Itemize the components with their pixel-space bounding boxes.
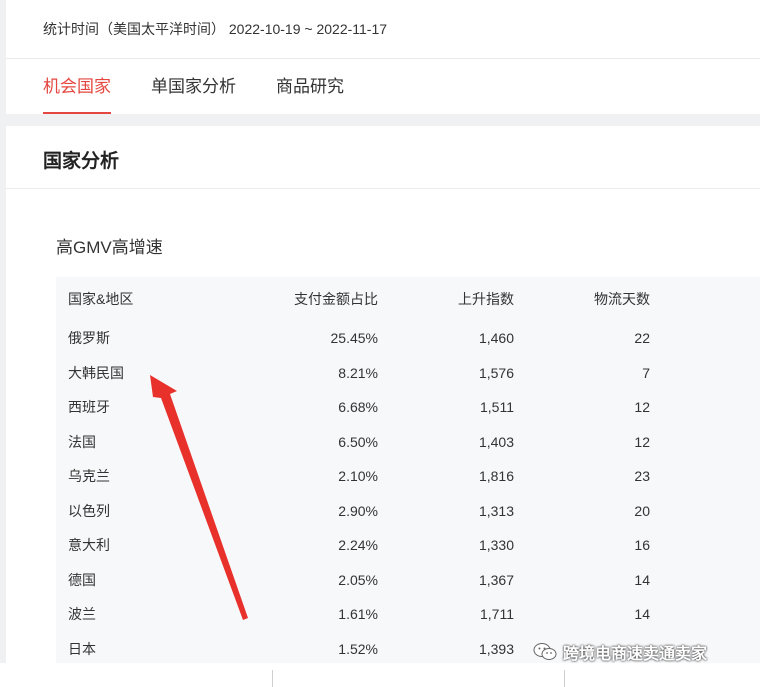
col-header-rise-index[interactable]: 上升指数 <box>378 277 514 321</box>
table-row: 以色列 2.90% 1,313 20 <box>56 494 650 529</box>
cell-payment-share: 2.90% <box>338 502 378 519</box>
divider <box>272 670 273 687</box>
cell-rise-index: 1,711 <box>480 606 514 623</box>
table-header-row: 国家&地区 支付金额占比 上升指数 物流天数 <box>56 277 650 321</box>
tab-single-country-analysis[interactable]: 单国家分析 <box>151 59 236 114</box>
cell-country: 以色列 <box>68 502 110 519</box>
cell-country: 法国 <box>68 433 96 450</box>
cell-country: 波兰 <box>68 606 96 623</box>
top-panel: 统计时间（美国太平洋时间） 2022-10-19 ~ 2022-11-17 机会… <box>6 0 760 114</box>
country-table: 国家&地区 支付金额占比 上升指数 物流天数 俄罗斯 25.45% 1,460 22 大… <box>56 277 760 663</box>
tab-bar: 机会国家 单国家分析 商品研究 <box>43 59 384 114</box>
cell-country: 日本 <box>68 640 96 657</box>
cell-payment-share: 6.68% <box>338 399 378 416</box>
watermark-text: 跨境电商速卖通卖家 <box>563 646 708 663</box>
stat-time-range: 统计时间（美国太平洋时间） 2022-10-19 ~ 2022-11-17 <box>43 21 388 37</box>
cell-logistics-days: 7 <box>642 364 650 381</box>
cell-payment-share: 2.24% <box>338 537 378 554</box>
divider <box>564 670 565 687</box>
table-row: 大韩民国 8.21% 1,576 7 <box>56 356 650 391</box>
table-row: 乌克兰 2.10% 1,816 23 <box>56 459 650 494</box>
table-title: 高GMV高增速 <box>56 238 163 257</box>
cell-payment-share: 2.05% <box>338 571 378 588</box>
cell-payment-share: 1.61% <box>338 606 378 623</box>
section-title: 国家分析 <box>43 151 120 172</box>
col-header-country: 国家&地区 <box>68 291 134 307</box>
cell-rise-index: 1,313 <box>478 502 514 519</box>
cell-rise-index: 1,816 <box>478 468 514 485</box>
cell-rise-index: 1,460 <box>478 330 514 347</box>
cell-country: 德国 <box>68 571 96 588</box>
cell-logistics-days: 22 <box>634 330 650 347</box>
wechat-icon <box>533 643 557 660</box>
cell-country: 大韩民国 <box>68 364 124 381</box>
cell-payment-share: 8.21% <box>338 364 378 381</box>
table-row: 法国 6.50% 1,403 12 <box>56 425 650 460</box>
cell-payment-share: 1.52% <box>338 640 378 657</box>
col-header-logistics-days[interactable]: 物流天数 <box>514 277 650 321</box>
tab-opportunity-countries[interactable]: 机会国家 <box>43 59 111 114</box>
cell-rise-index: 1,330 <box>478 537 514 554</box>
cell-country: 乌克兰 <box>68 468 110 485</box>
cell-payment-share: 2.10% <box>338 468 378 485</box>
bottom-panel <box>0 663 760 687</box>
cell-country: 意大利 <box>68 537 110 554</box>
cell-logistics-days: 12 <box>634 399 650 416</box>
cell-logistics-days: 20 <box>634 502 650 519</box>
cell-logistics-days: 14 <box>634 606 650 623</box>
cell-rise-index: 1,576 <box>478 364 514 381</box>
table-row: 意大利 2.24% 1,330 16 <box>56 528 650 563</box>
cell-country: 西班牙 <box>68 399 110 416</box>
cell-logistics-days: 14 <box>634 571 650 588</box>
cell-rise-index: 1,367 <box>478 571 514 588</box>
cell-payment-share: 6.50% <box>338 433 378 450</box>
cell-country: 俄罗斯 <box>68 330 110 347</box>
watermark: 跨境电商速卖通卖家 <box>533 640 707 664</box>
tab-product-research[interactable]: 商品研究 <box>276 59 344 114</box>
table-row: 德国 2.05% 1,367 14 <box>56 563 650 598</box>
cell-logistics-days: 12 <box>634 433 650 450</box>
col-header-payment-share[interactable]: 支付金额占比 <box>198 277 378 321</box>
divider <box>6 188 760 189</box>
cell-logistics-days: 16 <box>634 537 650 554</box>
cell-logistics-days: 23 <box>634 468 650 485</box>
cell-rise-index: 1,393 <box>478 640 514 657</box>
cell-payment-share: 25.45% <box>330 330 378 347</box>
cell-rise-index: 1,403 <box>478 433 514 450</box>
table-row: 西班牙 6.68% 1,511 12 <box>56 390 650 425</box>
table-row: 俄罗斯 25.45% 1,460 22 <box>56 321 650 356</box>
cell-rise-index: 1,511 <box>480 399 514 416</box>
table-row: 波兰 1.61% 1,711 14 <box>56 597 650 632</box>
country-analysis-panel: 国家分析 高GMV高增速 国家&地区 支付金额占比 上升指数 物流天数 俄罗斯 2… <box>6 126 760 687</box>
